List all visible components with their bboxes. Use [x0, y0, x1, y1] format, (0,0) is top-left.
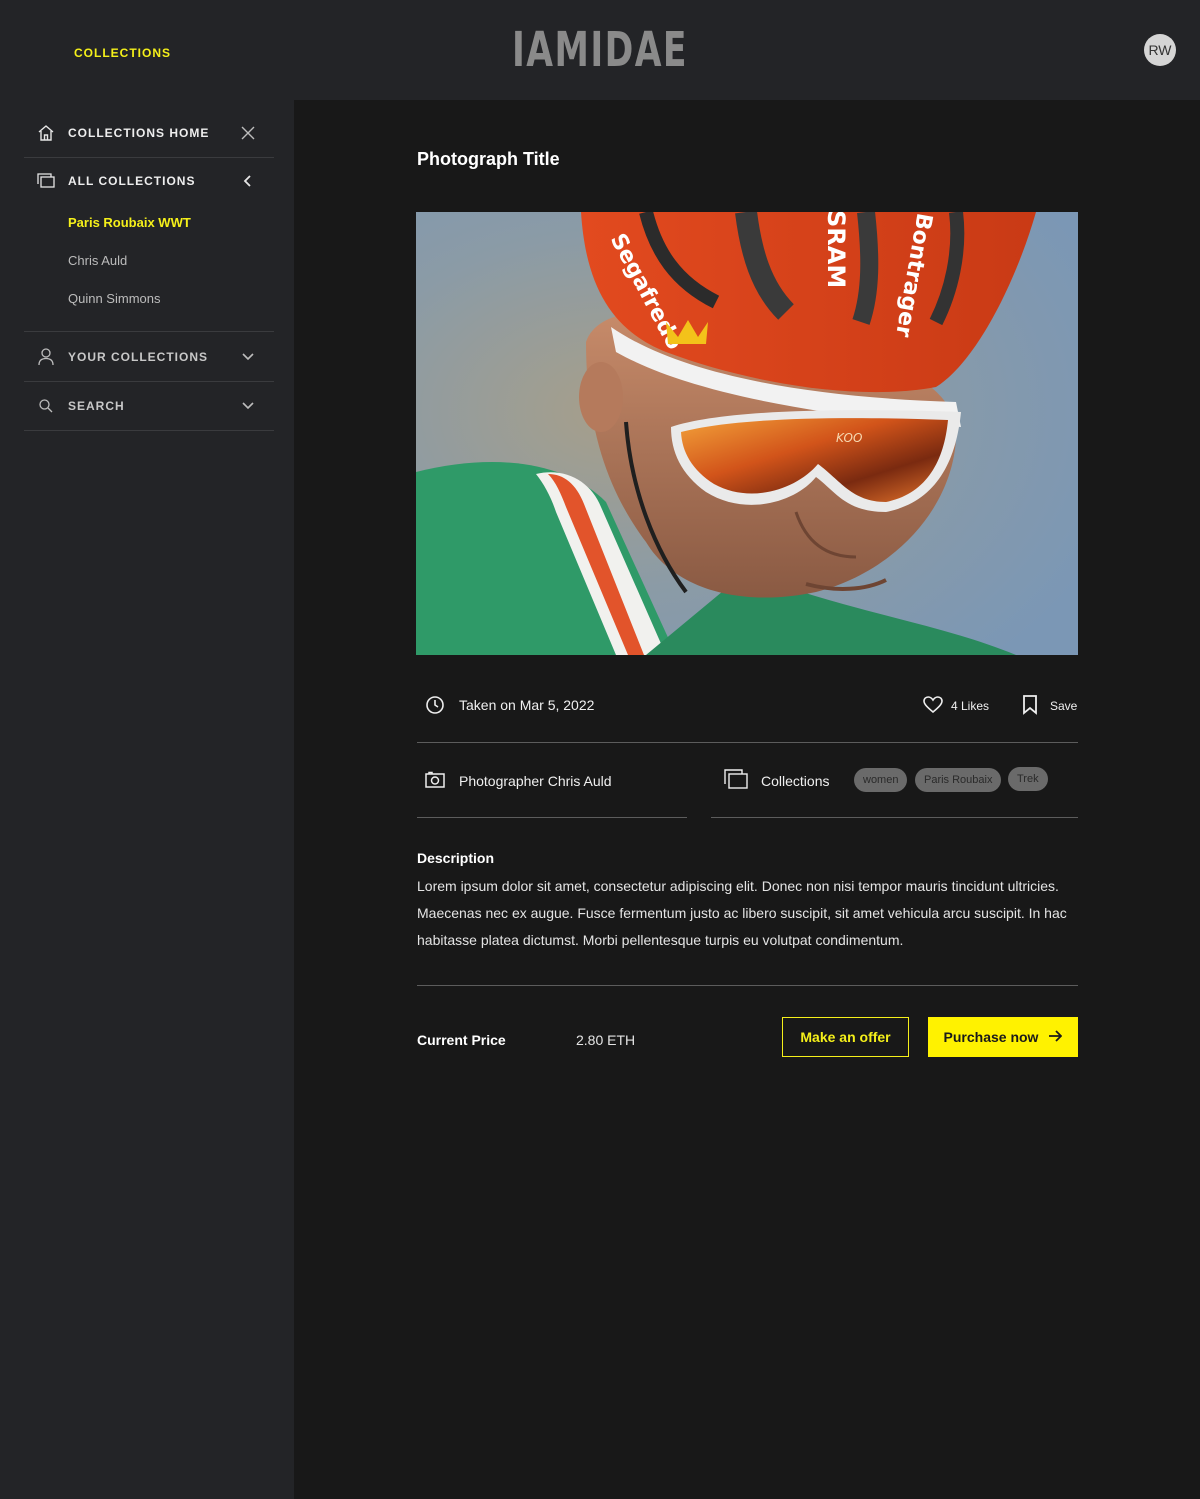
glasses-brand: KOO [836, 431, 862, 445]
collections-link[interactable]: COLLECTIONS [74, 46, 171, 60]
search-icon [36, 396, 56, 416]
collections-label: Collections [761, 773, 830, 789]
user-icon [36, 347, 56, 367]
top-bar: COLLECTIONS IAMIDAE RW [0, 0, 1200, 100]
sidebar-item-collections-home[interactable]: COLLECTIONS HOME [24, 108, 274, 158]
chevron-down-icon[interactable] [238, 347, 258, 367]
arrow-right-icon [1048, 1029, 1063, 1045]
camera-icon [425, 771, 445, 794]
divider [417, 742, 1078, 743]
price-value: 2.80 ETH [576, 1032, 636, 1048]
photograph[interactable]: Segafredo SRAM Bontrager KOO [416, 212, 1078, 655]
page-title: Photograph Title [417, 149, 560, 169]
close-icon[interactable] [238, 123, 258, 143]
sidebar-item-search[interactable]: SEARCH [24, 382, 274, 431]
taken-date: Taken on Mar 5, 2022 [459, 697, 595, 713]
bookmark-icon[interactable] [1022, 695, 1038, 720]
sidebar: COLLECTIONS HOME ALL COLLECTIONS Paris R… [0, 100, 294, 1499]
tag-women[interactable]: women [854, 768, 908, 792]
chevron-left-icon[interactable] [238, 171, 258, 191]
price-label: Current Price [417, 1032, 506, 1048]
chevron-down-icon[interactable] [238, 396, 258, 416]
home-icon [36, 123, 56, 143]
collections-icon [724, 769, 748, 794]
photographer-name[interactable]: Photographer Chris Auld [459, 773, 612, 789]
divider [417, 817, 687, 818]
tag-paris-roubaix[interactable]: Paris Roubaix [915, 768, 1002, 792]
collection-item-chris-auld[interactable]: Chris Auld [68, 253, 127, 268]
sidebar-item-label: ALL COLLECTIONS [68, 174, 196, 188]
heart-icon[interactable] [923, 696, 943, 719]
collection-item-paris-roubaix[interactable]: Paris Roubaix WWT [68, 215, 191, 230]
description-text: Lorem ipsum dolor sit amet, consectetur … [417, 878, 1067, 948]
sidebar-item-label: YOUR COLLECTIONS [68, 350, 209, 364]
collection-item-quinn-simmons[interactable]: Quinn Simmons [68, 291, 160, 306]
collections-icon [36, 171, 56, 191]
user-avatar[interactable]: RW [1144, 34, 1176, 66]
clock-icon [425, 695, 445, 720]
sidebar-item-label: COLLECTIONS HOME [68, 125, 210, 140]
make-offer-button[interactable]: Make an offer [782, 1017, 909, 1057]
description-heading: Description [417, 850, 495, 866]
likes-count[interactable]: 4 Likes [951, 699, 989, 713]
purchase-button-label: Purchase now [943, 1029, 1039, 1045]
sidebar-item-your-collections[interactable]: YOUR COLLECTIONS [24, 333, 274, 382]
divider [711, 817, 1078, 818]
helmet-text: SRAM [822, 212, 850, 288]
sidebar-item-label: SEARCH [68, 399, 125, 413]
site-logo[interactable]: IAMIDAE [168, 22, 1032, 78]
save-button[interactable]: Save [1050, 699, 1077, 713]
tag-trek[interactable]: Trek [1008, 767, 1048, 791]
purchase-now-button[interactable]: Purchase now [928, 1017, 1078, 1057]
divider [417, 985, 1078, 986]
